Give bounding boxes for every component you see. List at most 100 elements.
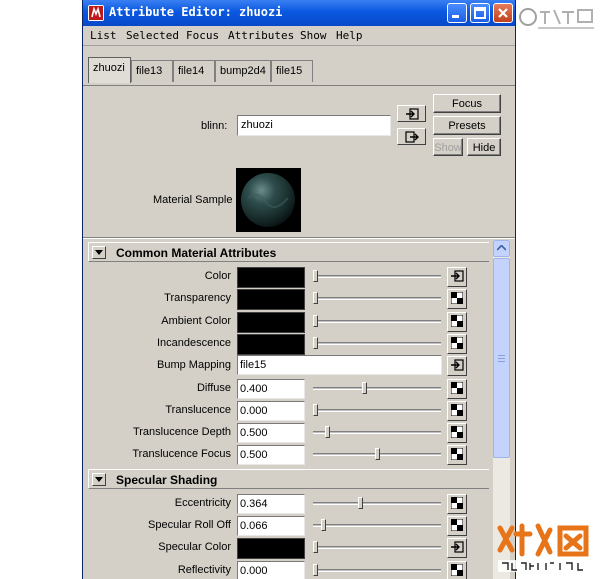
checker-icon-button[interactable] <box>447 400 467 421</box>
checker-icon-button[interactable] <box>447 333 467 354</box>
attribute-row: Specular Roll Off 0.066 <box>83 515 493 537</box>
scroll-thumb[interactable] <box>493 258 510 458</box>
show-button[interactable]: Show <box>433 138 463 156</box>
value-slider[interactable] <box>313 403 441 416</box>
menu-attributes[interactable]: Attributes <box>228 29 294 42</box>
menu-help[interactable]: Help <box>336 29 363 42</box>
slider-thumb[interactable] <box>313 270 318 282</box>
checker-icon-button[interactable] <box>447 311 467 332</box>
checker-icon-button[interactable] <box>447 493 467 514</box>
value-slider[interactable] <box>313 541 441 554</box>
close-button[interactable] <box>493 3 513 23</box>
attribute-row: Eccentricity 0.364 <box>83 493 493 515</box>
value-field[interactable]: 0.066 <box>237 516 305 536</box>
slider-thumb[interactable] <box>313 336 318 349</box>
checker-icon-button[interactable] <box>447 516 467 536</box>
attribute-label: Translucence Focus <box>132 448 231 461</box>
collapse-triangle-icon[interactable] <box>92 472 106 486</box>
material-sample-swatch[interactable] <box>236 168 301 232</box>
value-slider[interactable] <box>313 336 441 349</box>
attribute-row: Color <box>83 266 493 288</box>
checker-icon-button[interactable] <box>447 560 467 579</box>
map-input-icon-button[interactable] <box>447 267 467 287</box>
attribute-label: Reflectivity <box>177 563 231 576</box>
color-swatch[interactable] <box>237 311 305 333</box>
minimize-button[interactable] <box>447 3 467 23</box>
attribute-row: Incandescence <box>83 333 493 355</box>
checker-icon <box>448 496 466 509</box>
checker-icon-button[interactable] <box>447 445 467 466</box>
value-slider[interactable] <box>313 426 441 439</box>
value-field[interactable]: 0.000 <box>237 560 305 579</box>
tab-file13[interactable]: file13 <box>131 60 173 82</box>
output-connection-button[interactable] <box>397 128 426 145</box>
value-slider[interactable] <box>313 448 441 461</box>
value-slider[interactable] <box>313 314 441 327</box>
hide-button[interactable]: Hide <box>467 138 501 156</box>
attribute-label: Color <box>204 270 231 282</box>
value-slider[interactable] <box>313 563 441 576</box>
attribute-label: Specular Color <box>158 541 231 554</box>
slider-thumb[interactable] <box>362 381 367 394</box>
value-slider[interactable] <box>313 292 441 305</box>
slider-thumb[interactable] <box>321 519 326 531</box>
color-swatch[interactable] <box>237 289 305 311</box>
checker-icon <box>448 519 466 531</box>
color-swatch[interactable] <box>237 538 305 560</box>
node-tabs: zhuozi file13 file14 bump2d4 file15 <box>83 46 515 86</box>
section-header[interactable]: Specular Shading <box>88 468 489 489</box>
map-input-icon-button[interactable] <box>447 356 467 377</box>
slider-thumb[interactable] <box>313 541 318 554</box>
slider-thumb[interactable] <box>358 496 363 509</box>
value-field[interactable]: 0.400 <box>237 378 305 399</box>
value-slider[interactable] <box>313 270 441 282</box>
tab-file14[interactable]: file14 <box>173 60 215 82</box>
value-field[interactable]: 0.500 <box>237 423 305 444</box>
checker-icon-button[interactable] <box>447 378 467 399</box>
section-header[interactable]: Common Material Attributes <box>88 242 489 262</box>
maya-app-icon <box>88 5 104 21</box>
input-connection-button[interactable] <box>397 105 426 122</box>
attribute-row: Reflectivity 0.000 <box>83 560 493 579</box>
map-input-icon-button[interactable] <box>447 538 467 559</box>
attribute-label: Eccentricity <box>174 496 231 509</box>
node-name-field[interactable]: zhuozi <box>237 115 391 136</box>
focus-button[interactable]: Focus <box>433 94 501 113</box>
scroll-up-arrow[interactable] <box>493 240 510 257</box>
checker-icon-button[interactable] <box>447 423 467 444</box>
value-slider[interactable] <box>313 496 441 509</box>
menu-focus[interactable]: Focus <box>186 29 219 42</box>
checker-icon <box>448 426 466 439</box>
section-title: Common Material Attributes <box>116 246 277 260</box>
value-slider[interactable] <box>313 519 441 531</box>
menu-show[interactable]: Show <box>300 29 327 42</box>
attribute-label: Translucence <box>165 403 231 416</box>
menu-list[interactable]: List <box>90 29 117 42</box>
site-logo-watermark <box>518 4 598 34</box>
texture-name-field[interactable]: file15 <box>237 355 442 376</box>
attribute-row: Translucence 0.000 <box>83 400 493 422</box>
slider-thumb[interactable] <box>375 448 380 461</box>
checker-icon-button[interactable] <box>447 289 467 310</box>
value-field[interactable]: 0.500 <box>237 445 305 466</box>
value-field[interactable]: 0.000 <box>237 400 305 421</box>
color-swatch[interactable] <box>237 267 305 288</box>
slider-thumb[interactable] <box>313 563 318 576</box>
slider-thumb[interactable] <box>325 426 330 439</box>
tab-bump2d4[interactable]: bump2d4 <box>215 60 271 82</box>
value-slider[interactable] <box>313 381 441 394</box>
tab-file15[interactable]: file15 <box>271 60 313 82</box>
attribute-row: Specular Color <box>83 537 493 560</box>
collapse-triangle-icon[interactable] <box>92 246 106 259</box>
slider-thumb[interactable] <box>313 403 318 416</box>
presets-button[interactable]: Presets <box>433 116 501 135</box>
maximize-button[interactable] <box>470 3 490 23</box>
slider-thumb[interactable] <box>313 314 318 327</box>
menu-selected[interactable]: Selected <box>126 29 179 42</box>
tab-zhuozi[interactable]: zhuozi <box>88 57 131 83</box>
value-field[interactable]: 0.364 <box>237 493 305 514</box>
color-swatch[interactable] <box>237 333 305 355</box>
slider-thumb[interactable] <box>313 292 318 305</box>
title-bar[interactable]: Attribute Editor: zhuozi <box>83 0 515 26</box>
checker-icon <box>448 314 466 327</box>
